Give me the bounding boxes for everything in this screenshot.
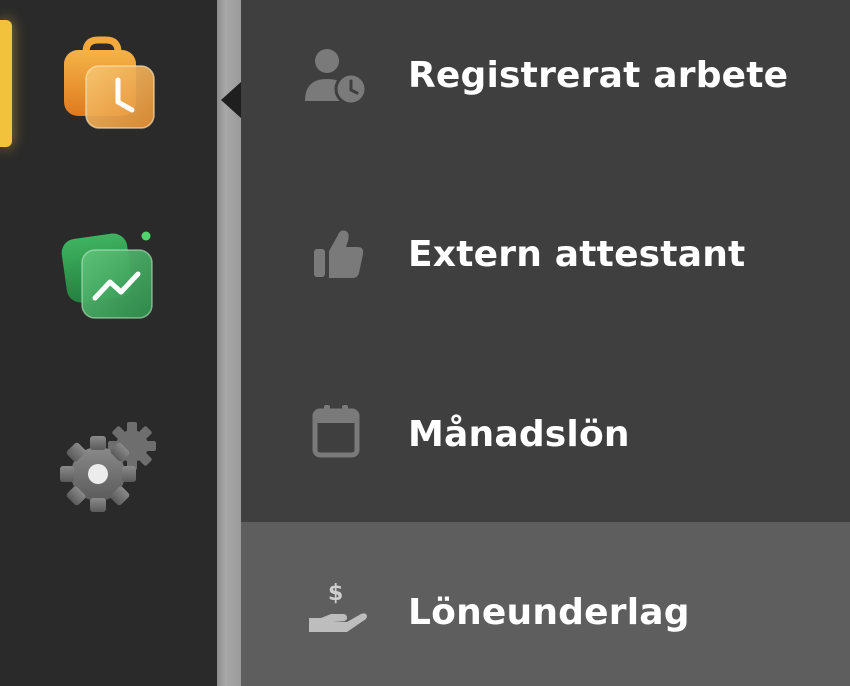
- submenu-panel: Registrerat arbete Extern attestant Måna…: [241, 0, 850, 686]
- user-clock-icon: [301, 41, 371, 111]
- gears-icon: [60, 422, 156, 512]
- hand-dollar-icon: $: [301, 572, 371, 642]
- menu-item-manadslon[interactable]: Månadslön: [241, 340, 850, 522]
- icon-rail: [0, 0, 217, 686]
- app-root: Registrerat arbete Extern attestant Måna…: [0, 0, 850, 686]
- menu-item-extern-attestant[interactable]: Extern attestant: [241, 170, 850, 340]
- menu-label: Löneunderlag: [408, 592, 690, 633]
- active-indicator: [0, 20, 12, 147]
- rail-item-settings[interactable]: [48, 408, 168, 528]
- notification-dot: [141, 231, 151, 241]
- briefcase-clock-icon: [64, 36, 155, 129]
- menu-item-loneunderlag[interactable]: $ Löneunderlag: [241, 522, 850, 686]
- menu-label: Extern attestant: [408, 234, 746, 275]
- thumbs-up-icon: [301, 220, 371, 290]
- menu-label: Månadslön: [408, 414, 630, 455]
- calendar-icon: [301, 396, 371, 466]
- menu-item-registrerat-arbete[interactable]: Registrerat arbete: [241, 0, 850, 170]
- rail-item-statistics[interactable]: [48, 222, 168, 342]
- rail-item-time[interactable]: [48, 28, 168, 148]
- menu-label: Registrerat arbete: [408, 55, 789, 96]
- trend-chart-icon: [61, 231, 153, 319]
- svg-text:$: $: [328, 581, 343, 606]
- panel-pointer: [221, 82, 241, 118]
